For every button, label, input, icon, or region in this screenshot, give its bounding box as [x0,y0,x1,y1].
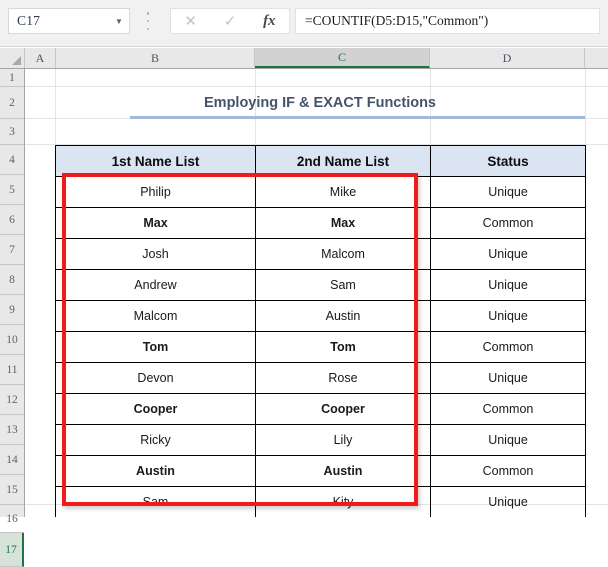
cell-first-name[interactable]: Andrew [55,269,256,301]
cell-status[interactable]: Unique [430,176,586,208]
cell-second-name[interactable]: Cooper [255,393,431,425]
cell-second-name[interactable]: Malcom [255,238,431,270]
column-header-status: Status [430,145,586,177]
cell-status[interactable]: Unique [430,269,586,301]
cell-first-name[interactable]: Tom [55,331,256,363]
row-header-15[interactable]: 15 [0,475,24,505]
table-row[interactable]: Tom Tom Common [55,331,586,363]
table-row[interactable]: Malcom Austin Unique [55,300,586,332]
row-header-13[interactable]: 13 [0,415,24,445]
table-row[interactable]: Andrew Sam Unique [55,269,586,301]
row-header-11[interactable]: 11 [0,355,24,385]
cell-first-name[interactable]: Max [55,207,256,239]
cell-status[interactable]: Common [430,207,586,239]
cell-status[interactable]: Unique [430,486,586,517]
worksheet-grid[interactable]: Employing IF & EXACT Functions 1st Name … [25,69,608,517]
table-row[interactable]: Sam Kity Unique [55,486,586,517]
cell-first-name[interactable]: Josh [55,238,256,270]
cell-second-name[interactable]: Tom [255,331,431,363]
table-row[interactable]: Josh Malcom Unique [55,238,586,270]
column-header-c[interactable]: C [255,48,430,68]
row-header-2[interactable]: 2 [0,87,24,119]
column-header-d[interactable]: D [430,48,585,68]
table-header-row: 1st Name List 2nd Name List Status [55,145,586,177]
cell-second-name[interactable]: Mike [255,176,431,208]
column-header-a[interactable]: A [25,48,56,68]
cell-first-name[interactable]: Devon [55,362,256,394]
formula-input[interactable]: =COUNTIF(D5:D15,"Common") [295,8,600,34]
cell-first-name[interactable]: Austin [55,455,256,487]
cell-second-name[interactable]: Austin [255,300,431,332]
cell-first-name[interactable]: Sam [55,486,256,517]
row-header-16[interactable]: 16 [0,505,24,533]
column-header-first-name: 1st Name List [55,145,256,177]
row-header-4[interactable]: 4 [0,145,24,175]
column-header-second-name: 2nd Name List [255,145,431,177]
cancel-icon[interactable]: ✕ [171,9,210,33]
confirm-icon[interactable]: ✓ [210,9,249,33]
name-box[interactable]: C17 ▼ [8,8,130,34]
row-header-7[interactable]: 7 [0,235,24,265]
row-header-8[interactable]: 8 [0,265,24,295]
row-header-5[interactable]: 5 [0,175,24,205]
gridline-row-1 [25,86,608,87]
name-comparison-table: 1st Name List 2nd Name List Status Phili… [55,145,586,517]
table-row[interactable]: Devon Rose Unique [55,362,586,394]
row-header-17[interactable]: 17 [0,533,24,567]
insert-function-icon[interactable]: fx [250,9,289,33]
cell-second-name[interactable]: Max [255,207,431,239]
row-header-12[interactable]: 12 [0,385,24,415]
table-row[interactable]: Max Max Common [55,207,586,239]
column-header-b[interactable]: B [56,48,255,68]
cell-status[interactable]: Unique [430,424,586,456]
cell-first-name[interactable]: Malcom [55,300,256,332]
formula-action-buttons: ✕ ✓ fx [170,8,290,34]
cell-first-name[interactable]: Ricky [55,424,256,456]
table-row[interactable]: Ricky Lily Unique [55,424,586,456]
row-header-6[interactable]: 6 [0,205,24,235]
row-header-1[interactable]: 1 [0,69,24,87]
row-header-strip: 1 2 3 4 5 6 7 8 9 10 11 12 13 14 15 16 1… [0,69,25,567]
cell-first-name[interactable]: Cooper [55,393,256,425]
column-header-e[interactable] [585,48,608,68]
cell-first-name[interactable]: Philip [55,176,256,208]
cell-status[interactable]: Common [430,393,586,425]
chevron-down-icon[interactable]: ▼ [109,17,129,26]
cell-second-name[interactable]: Rose [255,362,431,394]
more-options-icon[interactable] [146,12,150,30]
formula-bar: C17 ▼ ✕ ✓ fx =COUNTIF(D5:D15,"Common") [0,0,608,47]
cell-status[interactable]: Unique [430,362,586,394]
table-row[interactable]: Austin Austin Common [55,455,586,487]
row-header-10[interactable]: 10 [0,325,24,355]
page-title: Employing IF & EXACT Functions [204,95,436,111]
title-underline [130,116,585,119]
cell-second-name[interactable]: Sam [255,269,431,301]
row-header-3[interactable]: 3 [0,119,24,145]
select-all-corner[interactable] [0,48,25,68]
name-box-value: C17 [17,13,41,28]
cell-second-name[interactable]: Austin [255,455,431,487]
table-row[interactable]: Cooper Cooper Common [55,393,586,425]
cell-status[interactable]: Unique [430,238,586,270]
cell-second-name[interactable]: Lily [255,424,431,456]
cell-status[interactable]: Unique [430,300,586,332]
column-header-strip: A B C D [0,48,608,69]
row-header-14[interactable]: 14 [0,445,24,475]
table-row[interactable]: Philip Mike Unique [55,176,586,208]
row-header-9[interactable]: 9 [0,295,24,325]
cell-second-name[interactable]: Kity [255,486,431,517]
cell-status[interactable]: Common [430,455,586,487]
cell-status[interactable]: Common [430,331,586,363]
